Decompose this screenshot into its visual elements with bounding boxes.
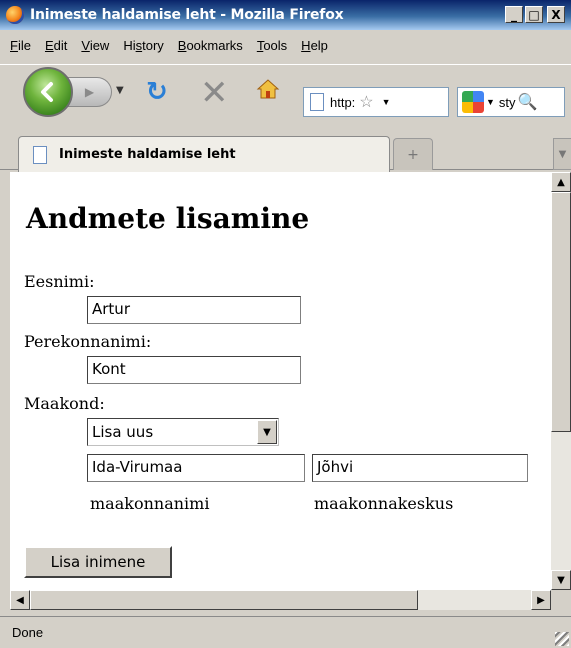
page-icon xyxy=(33,145,47,164)
url-dropdown-icon[interactable]: ▼ xyxy=(382,97,391,107)
county-center-caption: maakonnakeskus xyxy=(314,494,454,513)
county-label: Maakond: xyxy=(24,394,105,413)
firstname-input[interactable]: Artur xyxy=(87,296,301,324)
title-bar: Inimeste haldamise leht - Mozilla Firefo… xyxy=(0,0,571,30)
vertical-scroll-thumb[interactable] xyxy=(551,192,571,432)
maximize-button[interactable]: □ xyxy=(525,6,543,23)
menu-file[interactable]: File xyxy=(10,38,31,53)
firefox-logo-icon xyxy=(6,6,24,24)
tab-list-dropdown-icon[interactable]: ▼ xyxy=(553,138,571,170)
tab-title: Inimeste haldamise leht xyxy=(59,147,236,162)
county-name-input[interactable]: Ida-Virumaa xyxy=(87,454,305,482)
back-arrow-icon xyxy=(41,82,53,102)
menu-edit[interactable]: Edit xyxy=(45,38,67,53)
stop-icon[interactable]: ✕ xyxy=(200,73,229,113)
back-button[interactable] xyxy=(23,67,73,117)
search-text: sty xyxy=(498,94,516,110)
county-center-input[interactable]: Jõhvi xyxy=(312,454,528,482)
search-icon[interactable]: 🔍 xyxy=(518,92,538,112)
url-text: http: xyxy=(330,94,356,110)
page-content: Andmete lisamine Eesnimi: Artur Perekonn… xyxy=(10,172,551,590)
menu-history[interactable]: History xyxy=(123,38,163,53)
window-title: Inimeste haldamise leht - Mozilla Firefo… xyxy=(30,7,344,23)
lastname-label: Perekonnanimi: xyxy=(24,332,152,351)
horizontal-scrollbar[interactable]: ◀ ▶ xyxy=(10,590,551,610)
reload-icon[interactable]: ↻ xyxy=(146,77,168,107)
new-tab-button[interactable]: + xyxy=(393,138,433,170)
menu-bar: File Edit View History Bookmarks Tools H… xyxy=(0,32,571,58)
forward-arrow-icon: ▶ xyxy=(84,85,95,99)
menu-help[interactable]: Help xyxy=(301,38,328,53)
url-bar[interactable]: http: ☆ ▼ xyxy=(303,87,449,117)
firstname-label: Eesnimi: xyxy=(24,272,95,291)
county-name-caption: maakonnanimi xyxy=(90,494,210,513)
chevron-down-icon[interactable]: ▼ xyxy=(257,420,277,444)
lastname-input[interactable]: Kont xyxy=(87,356,301,384)
navigation-toolbar: ▶ ▼ ↻ ✕ http: ☆ ▼ ▼ sty 🔍 xyxy=(0,64,571,128)
scroll-right-button[interactable]: ▶ xyxy=(531,590,551,610)
history-dropdown-icon[interactable]: ▼ xyxy=(116,85,124,96)
window-controls: _ □ X xyxy=(505,6,565,23)
minimize-button[interactable]: _ xyxy=(505,6,523,23)
menu-view[interactable]: View xyxy=(81,38,109,53)
add-person-button[interactable]: Lisa inimene xyxy=(24,546,172,578)
search-bar[interactable]: ▼ sty 🔍 xyxy=(457,87,565,117)
tab-inimeste-haldamise-leht[interactable]: Inimeste haldamise leht xyxy=(18,136,390,172)
scroll-down-button[interactable]: ▼ xyxy=(551,570,571,590)
scroll-up-button[interactable]: ▲ xyxy=(551,172,571,192)
vertical-scrollbar[interactable]: ▲ ▼ xyxy=(551,172,571,590)
status-text: Done xyxy=(12,625,44,640)
tab-bar: Inimeste haldamise leht + ▼ xyxy=(0,130,571,172)
status-bar: Done xyxy=(0,616,571,648)
county-select-value: Lisa uus xyxy=(92,423,154,441)
scroll-left-button[interactable]: ◀ xyxy=(10,590,30,610)
google-icon[interactable] xyxy=(462,91,484,113)
county-select[interactable]: Lisa uus ▼ xyxy=(87,418,279,446)
home-icon[interactable] xyxy=(256,77,280,101)
page-heading: Andmete lisamine xyxy=(26,202,310,235)
menu-bookmarks[interactable]: Bookmarks xyxy=(178,38,243,53)
page-icon xyxy=(310,93,324,111)
bookmark-star-icon[interactable]: ☆ xyxy=(359,92,373,112)
menu-tools[interactable]: Tools xyxy=(257,38,287,53)
close-button[interactable]: X xyxy=(547,6,565,23)
search-engine-dropdown-icon[interactable]: ▼ xyxy=(486,97,495,107)
horizontal-scroll-thumb[interactable] xyxy=(30,590,418,610)
resize-grip-icon[interactable] xyxy=(555,632,569,646)
forward-button[interactable]: ▶ xyxy=(68,77,112,107)
